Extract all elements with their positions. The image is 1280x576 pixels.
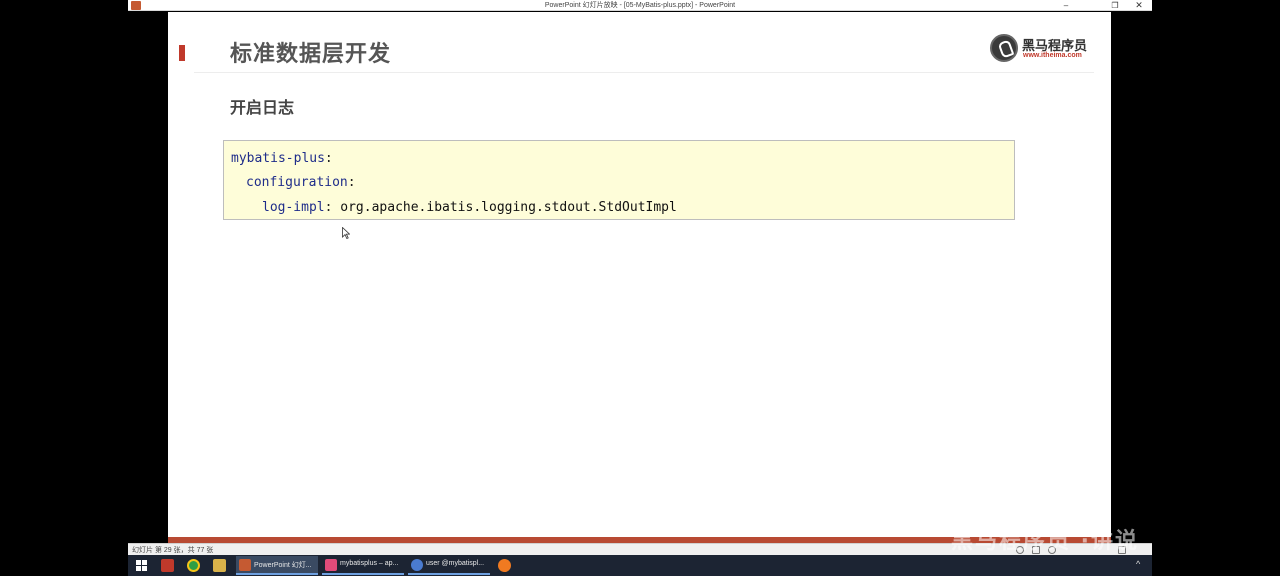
- yaml-colon: :: [324, 151, 333, 166]
- yaml-key: configuration: [246, 175, 348, 190]
- tray-caret-icon[interactable]: ^: [1136, 559, 1140, 569]
- itheima-logo: 黑马程序员 www.itheima.com: [990, 33, 1090, 63]
- horse-logo-icon: [990, 34, 1018, 62]
- slide-title: 标准数据层开发: [230, 42, 392, 67]
- video-watermark: 黑马程序员 ·讲说: [951, 529, 1140, 554]
- minimize-button[interactable]: –: [1054, 0, 1078, 11]
- logo-url: www.itheima.com: [1023, 52, 1082, 59]
- yaml-colon: :: [347, 175, 356, 190]
- yaml-value: org.apache.ibatis.logging.stdout.StdOutI…: [340, 200, 677, 215]
- taskbar-app-label: user @mybatispl...: [426, 560, 485, 567]
- powerpoint-window: PowerPoint 幻灯片放映 - [05-MyBatis-plus.pptx…: [128, 0, 1152, 576]
- slide-canvas[interactable]: 标准数据层开发 黑马程序员 www.itheima.com 开启日志 mybat…: [168, 12, 1111, 543]
- datagrip-icon: [411, 559, 423, 571]
- title-accent-bar: [179, 45, 185, 61]
- close-button[interactable]: ✕: [1127, 0, 1151, 11]
- window-title: PowerPoint 幻灯片放映 - [05-MyBatis-plus.pptx…: [544, 2, 736, 9]
- title-divider: [194, 72, 1094, 73]
- yaml-key: log-impl: [262, 200, 325, 215]
- mouse-pointer-icon: [342, 227, 350, 239]
- code-line: mybatis-plus:: [231, 151, 333, 166]
- file-explorer-icon[interactable]: [213, 559, 226, 572]
- code-line: configuration:: [246, 175, 356, 190]
- slide-counter: 幻灯片 第 29 张，共 77 张: [132, 547, 214, 554]
- taskbar-app-label: mybatisplus – ap...: [340, 560, 399, 567]
- taskbar-app-powerpoint[interactable]: PowerPoint 幻灯...: [236, 556, 318, 575]
- windows-taskbar: PowerPoint 幻灯... mybatisplus – ap... use…: [128, 555, 1152, 576]
- windows-start-icon[interactable]: [136, 560, 147, 571]
- yaml-colon: :: [324, 200, 333, 215]
- gift-app-icon[interactable]: [161, 559, 174, 572]
- intellij-icon: [325, 559, 337, 571]
- taskbar-app-datagrip[interactable]: user @mybatispl...: [408, 556, 490, 575]
- yaml-code-block: mybatis-plus: configuration: log-impl: o…: [223, 140, 1015, 220]
- taskbar-app-intellij[interactable]: mybatisplus – ap...: [322, 556, 404, 575]
- powerpoint-icon: [239, 559, 251, 571]
- section-heading: 开启日志: [230, 98, 295, 117]
- chrome-icon[interactable]: [187, 559, 200, 572]
- code-line: log-impl: org.apache.ibatis.logging.stdo…: [262, 200, 677, 215]
- taskbar-app-label: PowerPoint 幻灯...: [254, 562, 312, 569]
- postman-icon[interactable]: [498, 559, 511, 572]
- title-bar: PowerPoint 幻灯片放映 - [05-MyBatis-plus.pptx…: [128, 0, 1152, 11]
- yaml-key: mybatis-plus: [231, 151, 325, 166]
- restore-button[interactable]: ❐: [1103, 0, 1127, 11]
